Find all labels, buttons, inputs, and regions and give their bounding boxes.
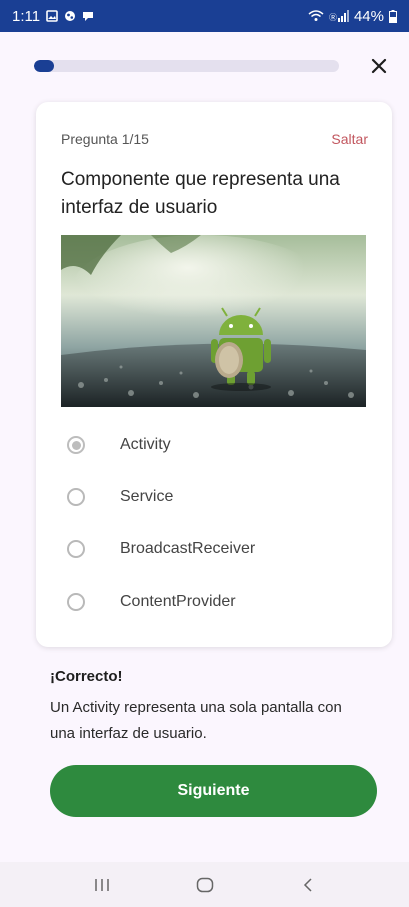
feedback-explanation: Un Activity representa una sola pantalla… [50,699,342,742]
battery-percent: 44% [353,7,384,25]
system-nav-bar [0,862,409,907]
feedback-title: ¡Correcto! [50,668,123,685]
option-activity[interactable]: Activity [61,428,361,462]
option-label: ContentProvider [120,593,236,610]
question-text: Componente que representa una interfaz d… [61,169,340,218]
option-label: BroadcastReceiver [120,540,256,557]
recent-apps-button[interactable] [82,870,122,900]
wifi-icon [308,10,324,21]
globe-notification-icon [65,11,76,21]
back-icon [303,877,312,892]
radio-unselected-icon [67,593,85,611]
question-card: Pregunta 1/15 Saltar Componente que repr… [36,102,392,647]
option-label: Service [120,488,174,505]
status-time: 1:11 [12,7,41,25]
recent-apps-icon [94,878,109,891]
home-button[interactable] [185,870,225,900]
question-counter: Pregunta 1/15 [61,131,149,147]
gallery-notification-icon [46,10,58,22]
back-button[interactable] [288,870,328,900]
android-robot-photo [61,235,366,407]
skip-button[interactable]: Saltar [331,131,368,147]
next-button[interactable]: Siguiente [50,765,377,817]
radio-unselected-icon [67,540,85,558]
close-icon [371,58,387,74]
radio-unselected-icon [67,488,85,506]
home-icon [196,877,213,892]
chat-notification-icon [83,12,94,21]
option-service[interactable]: Service [61,480,361,514]
option-label: Activity [120,436,171,453]
close-button[interactable] [366,53,392,79]
option-broadcastreceiver[interactable]: BroadcastReceiver [61,532,361,566]
question-image [61,235,366,407]
radio-selected-icon [67,436,85,454]
status-bar: 1:11 Ⓡ 44% [0,0,409,32]
signal-icon: Ⓡ [329,10,349,22]
option-contentprovider[interactable]: ContentProvider [61,585,361,619]
quiz-progress-fill [34,60,55,72]
quiz-progress-bar [34,60,339,72]
svg-text:Ⓡ: Ⓡ [329,13,337,22]
quiz-screen: 1:11 Ⓡ 44% Pregunta 1/15 Saltar Componen… [0,0,409,907]
battery-icon [389,9,397,23]
